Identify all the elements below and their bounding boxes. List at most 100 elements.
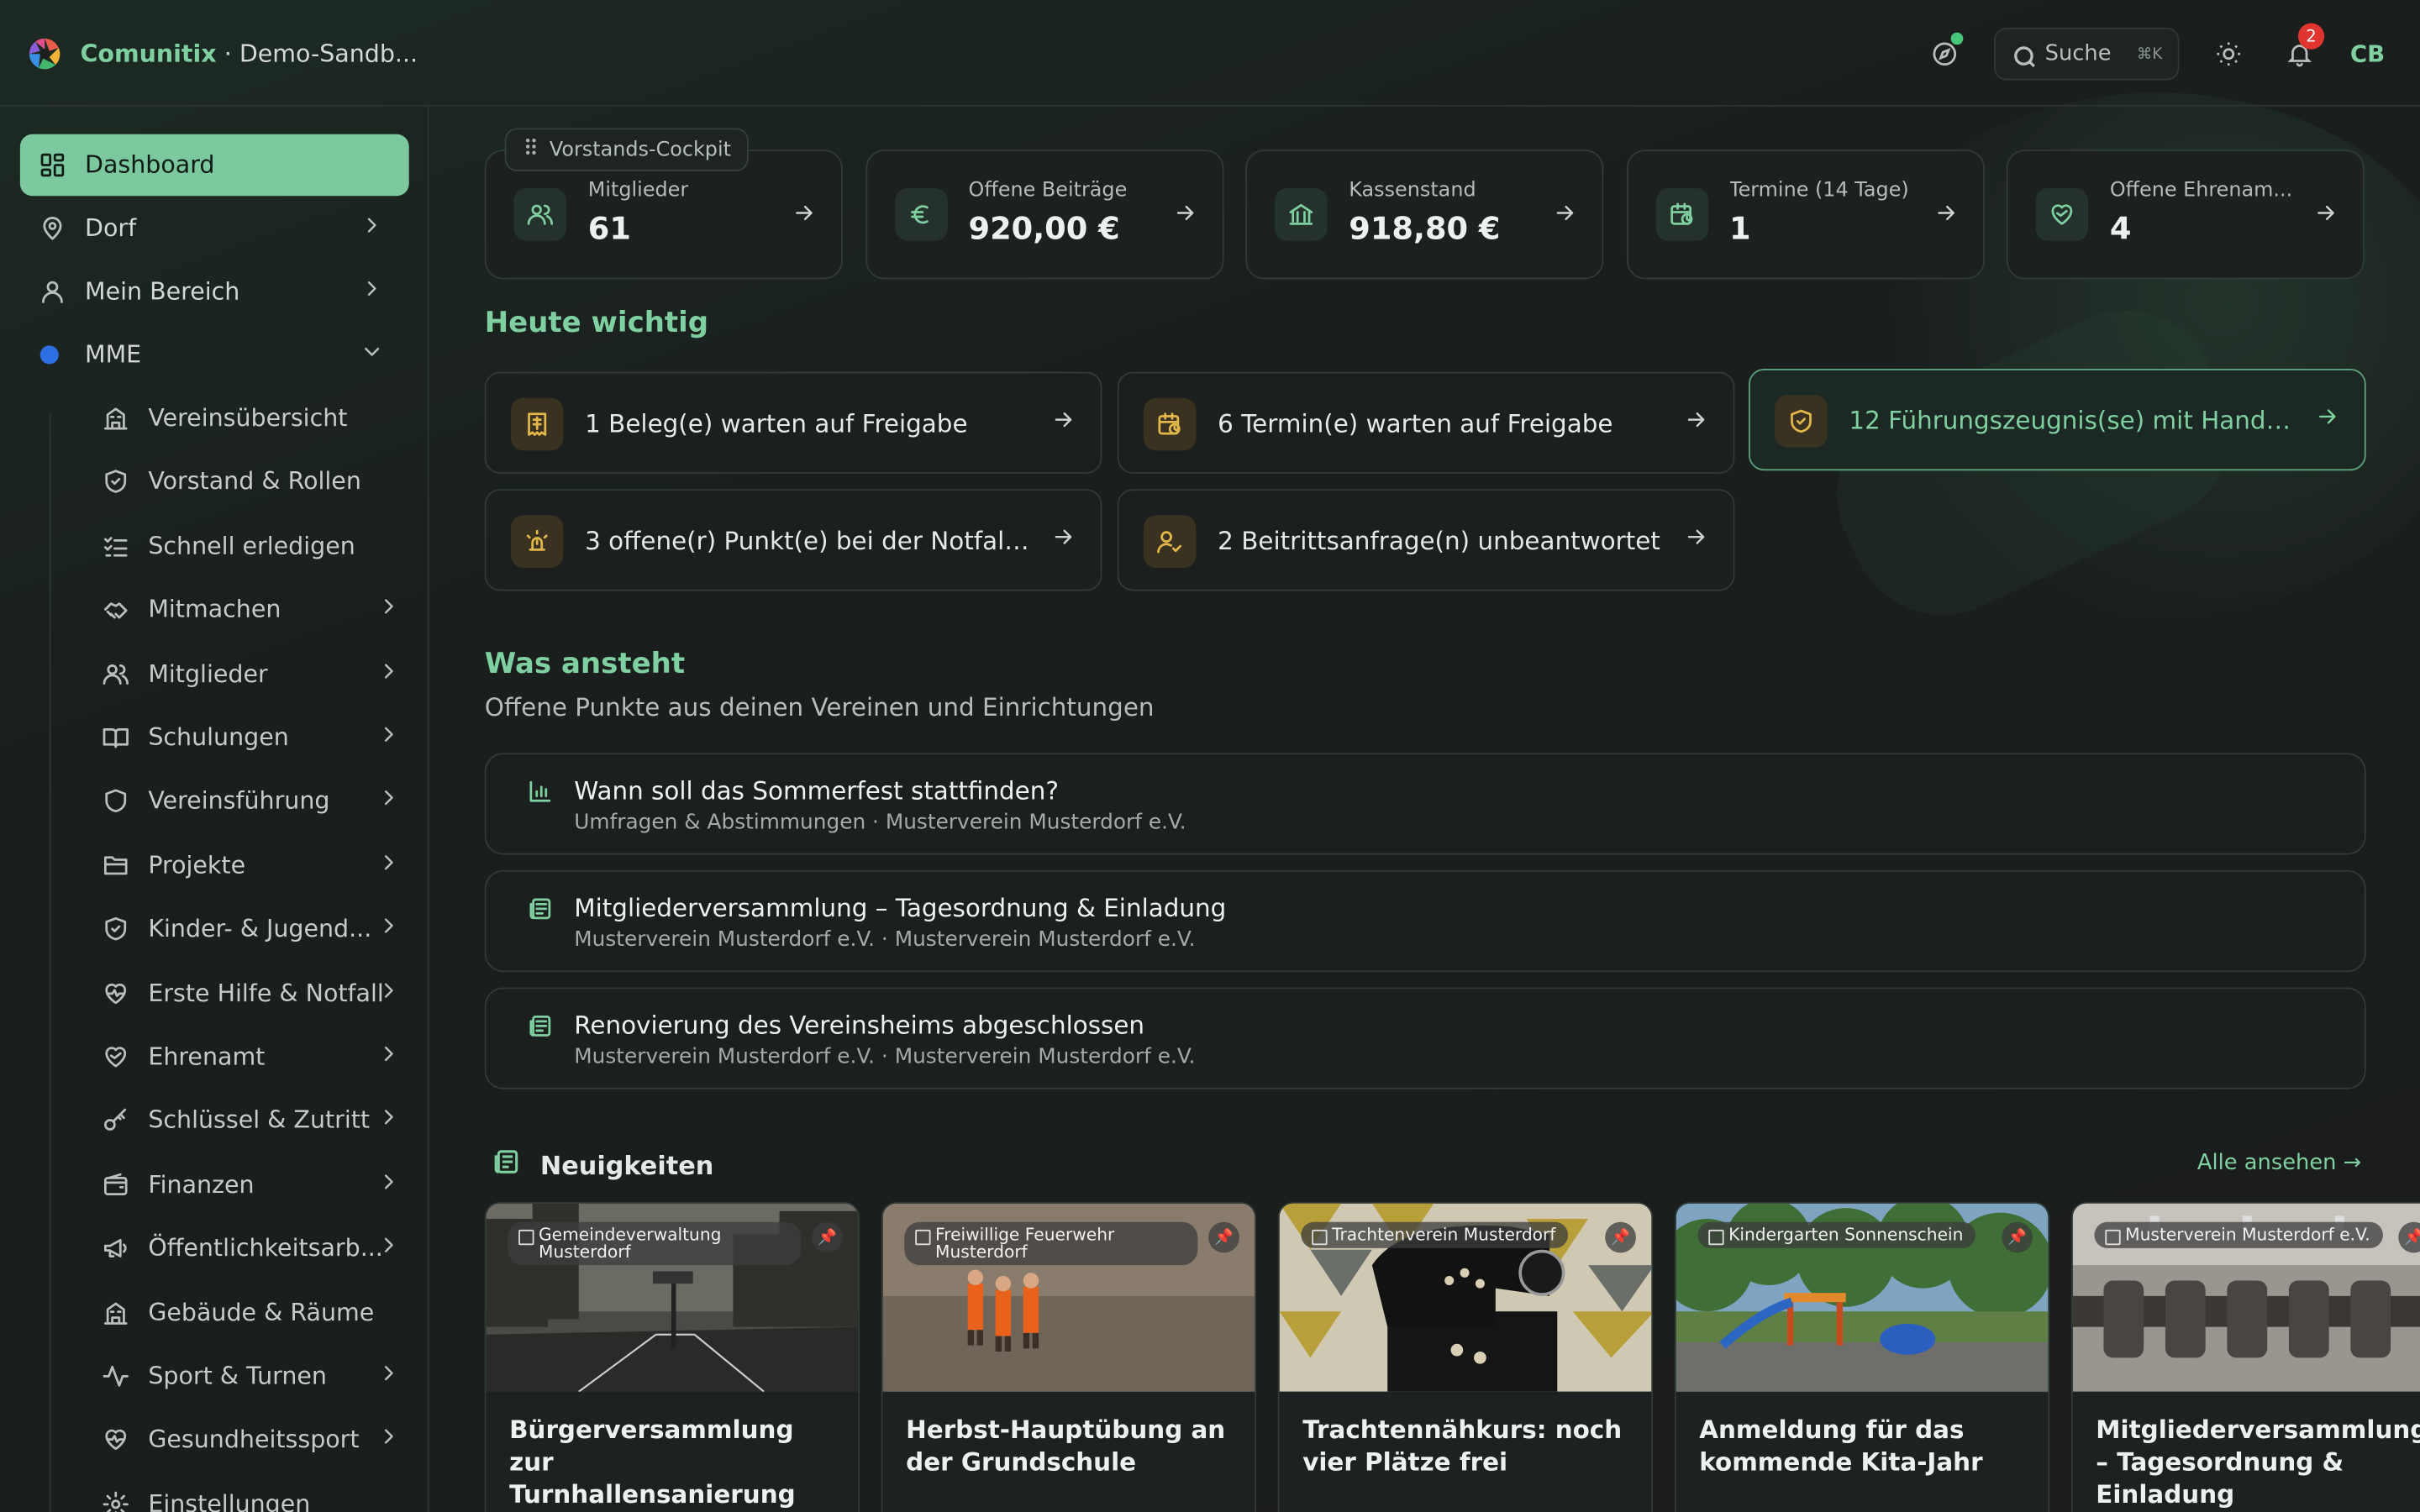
chevron-right-icon bbox=[376, 594, 401, 625]
upcoming-item-subtitle: Musterverein Musterdorf e.V. · Musterver… bbox=[574, 1044, 1196, 1069]
upcoming-item[interactable]: Mitgliederversammlung – Tagesordnung & E… bbox=[484, 869, 2366, 973]
sidebar-subitem[interactable]: Mitmachen bbox=[102, 582, 410, 638]
news-card-title: Anmeldung für das kommende Kita-Jahr bbox=[1699, 1415, 1983, 1477]
heart-pulse-icon bbox=[102, 1426, 129, 1454]
megaphone-icon bbox=[102, 1235, 129, 1263]
arrow-right-icon bbox=[1172, 201, 1197, 232]
upcoming-item-title: Renovierung des Vereinsheims abgeschloss… bbox=[574, 1011, 1145, 1040]
sidebar-item-dorf[interactable]: Dorf bbox=[20, 197, 409, 259]
news-card[interactable]: Musterverein Musterdorf e.V.📌Mitgliederv… bbox=[2070, 1201, 2420, 1512]
sidebar-subitem[interactable]: Erste Hilfe & Notfall bbox=[102, 965, 410, 1021]
sidebar-item-dashboard[interactable]: Dashboard bbox=[19, 134, 409, 197]
news-card[interactable]: Trachtenverein Musterdorf 📌 Trachtennähkur… bbox=[1277, 1201, 1654, 1512]
sidebar-subitem[interactable]: Ehrenamt bbox=[102, 1029, 410, 1084]
news-card-title: Trachtennähkurs: noch vier Plätze frei bbox=[1302, 1415, 1623, 1477]
sidebar-subitem[interactable]: Sport & Turnen bbox=[102, 1348, 410, 1404]
news-card[interactable]: Gemeindeverwaltung Musterdorf 📌 Bürgervers… bbox=[484, 1201, 860, 1512]
upcoming-item-title: Wann soll das Sommerfest stattfinden? bbox=[574, 775, 1059, 806]
pin-icon[interactable]: 📌 bbox=[1208, 1221, 1239, 1253]
pin-icon[interactable]: 📌 bbox=[2002, 1221, 2033, 1253]
sidebar-item-mein-bereich[interactable]: Mein Bereich bbox=[20, 260, 409, 322]
action-item-text: 1 Beleg(e) warten auf Freigabe bbox=[585, 407, 968, 438]
chevron-right-icon bbox=[376, 786, 401, 817]
sidebar-subitem[interactable]: Vereinsübersicht bbox=[102, 391, 410, 446]
stat-card[interactable]: Kassenstand 918,80 € bbox=[1245, 150, 1604, 280]
action-item[interactable]: 12 Führungszeugnis(se) mit Handlu... bbox=[1749, 368, 2366, 471]
search-button[interactable]: Suche ⌘K bbox=[1994, 28, 2180, 81]
sidebar-item-label: Dorf bbox=[85, 214, 137, 243]
newspaper-icon bbox=[526, 895, 554, 928]
theme-toggle-button[interactable] bbox=[2201, 26, 2256, 81]
pin-icon[interactable]: 📌 bbox=[1605, 1221, 1636, 1253]
sidebar-subitem[interactable]: Finanzen bbox=[102, 1157, 410, 1212]
brand-sandbox-label: · Demo-Sandb... bbox=[224, 39, 418, 68]
upcoming-section-title: Was ansteht bbox=[484, 648, 686, 681]
main-content: Vorstands-Cockpit Mitglieder 61 Offene Bei… bbox=[429, 107, 2420, 1512]
stat-card[interactable]: Termine (14 Tage) 1 bbox=[1626, 150, 1985, 280]
sidebar-subitem[interactable]: Projekte bbox=[102, 837, 410, 893]
chevron-right-icon bbox=[376, 1042, 401, 1073]
sidebar-subitem-label: Öffentlichkeitsarb... bbox=[148, 1234, 383, 1263]
handshake-icon bbox=[102, 596, 129, 623]
sidebar-subitem[interactable]: Gebäude & Räume bbox=[102, 1284, 410, 1340]
sidebar-item-mme[interactable]: MME bbox=[20, 324, 409, 386]
sidebar-subitem-label: Projekte bbox=[148, 851, 246, 879]
action-item[interactable]: 1 Beleg(e) warten auf Freigabe bbox=[484, 371, 1102, 474]
sidebar-subitem[interactable]: Öffentlichkeitsarb... bbox=[102, 1221, 410, 1276]
chevron-right-icon bbox=[360, 276, 384, 307]
sidebar-subitem-label: Schulungen bbox=[148, 723, 289, 752]
sidebar-subitem[interactable]: Schulungen bbox=[102, 710, 410, 765]
arrow-right-icon bbox=[1051, 524, 1076, 555]
status-dot bbox=[1950, 32, 1964, 45]
stat-card[interactable]: Offene Beiträge 920,00 € bbox=[865, 150, 1223, 280]
sidebar-subitem[interactable]: Schlüssel & Zutritt bbox=[102, 1093, 410, 1148]
pin-icon[interactable]: 📌 bbox=[812, 1221, 843, 1253]
upcoming-item[interactable]: Wann soll das Sommerfest stattfinden? Umf… bbox=[484, 753, 2366, 855]
today-section-title: Heute wichtig bbox=[484, 307, 709, 340]
sidebar-subitem-label: Mitglieder bbox=[148, 659, 268, 688]
sidebar-subitem[interactable]: Vereinsführung bbox=[102, 774, 410, 829]
chevron-right-icon bbox=[376, 914, 401, 945]
stat-value: 920,00 € bbox=[968, 209, 1120, 247]
wallet-icon bbox=[102, 1171, 129, 1199]
sidebar-subitem[interactable]: Mitglieder bbox=[102, 646, 410, 701]
chevron-right-icon bbox=[376, 1105, 401, 1137]
sun-icon bbox=[2215, 40, 2243, 68]
arrow-right-icon bbox=[1684, 524, 1708, 555]
gear-icon bbox=[102, 1490, 129, 1512]
action-item[interactable]: 3 offene(r) Punkt(e) bei der Notfall-... bbox=[484, 489, 1102, 591]
bank-icon bbox=[1275, 188, 1328, 241]
upcoming-item-subtitle: Musterverein Musterdorf e.V. · Musterver… bbox=[574, 927, 1196, 953]
sidebar-subitem[interactable]: Kinder- & Jugend... bbox=[102, 901, 410, 957]
news-card[interactable]: Freiwillige Feuerwehr Musterdorf 📌 Herbst-… bbox=[881, 1201, 1257, 1512]
brand[interactable]: Comunitix · Demo-Sandb... bbox=[24, 34, 418, 74]
sidebar-subitem[interactable]: Gesundheitssport bbox=[102, 1412, 410, 1467]
arrow-right-icon bbox=[1684, 407, 1708, 438]
sidebar-item-label: Dashboard bbox=[85, 151, 215, 180]
header-actions: Suche ⌘K 2 CB bbox=[1917, 23, 2395, 81]
newspaper-icon bbox=[526, 1012, 554, 1046]
checklist-icon bbox=[102, 532, 129, 559]
cockpit-tag-label: Vorstands-Cockpit bbox=[549, 138, 731, 161]
stat-value: 4 bbox=[2109, 209, 2132, 247]
user-avatar[interactable]: CB bbox=[2339, 26, 2395, 81]
action-item[interactable]: 2 Beitrittsanfrage(n) unbeantwortet bbox=[1117, 489, 1735, 591]
upcoming-item[interactable]: Renovierung des Vereinsheims abgeschloss… bbox=[484, 987, 2366, 1089]
sidebar-subitem-label: Einstellungen bbox=[148, 1489, 311, 1512]
stat-card[interactable]: Offene Ehrenam... 4 bbox=[2006, 150, 2365, 280]
user-icon bbox=[39, 278, 66, 306]
cockpit-tag[interactable]: Vorstands-Cockpit bbox=[504, 128, 749, 171]
action-item[interactable]: 6 Termin(e) warten auf Freigabe bbox=[1117, 371, 1735, 474]
sidebar-item-label: Mein Bereich bbox=[85, 277, 240, 306]
sidebar-subitem-label: Vereinsübersicht bbox=[148, 404, 348, 433]
sidebar-subitem[interactable]: Einstellungen bbox=[102, 1476, 410, 1512]
news-card-source: Kindergarten Sonnenschein bbox=[1697, 1221, 1976, 1248]
notifications-button[interactable]: 2 bbox=[2272, 23, 2328, 81]
sidebar-subitem[interactable]: Vorstand & Rollen bbox=[102, 454, 410, 510]
sidebar-subitem-label: Schnell erledigen bbox=[148, 532, 355, 560]
upcoming-item-subtitle: Umfragen & Abstimmungen · Musterverein M… bbox=[574, 810, 1186, 835]
news-card[interactable]: Kindergarten Sonnenschein 📌 Anmeldung für … bbox=[1674, 1201, 2050, 1512]
sidebar-subitem[interactable]: Schnell erledigen bbox=[102, 518, 410, 574]
news-view-all-link[interactable]: Alle ansehen → bbox=[2197, 1151, 2361, 1175]
compass-button[interactable] bbox=[1917, 26, 1972, 81]
